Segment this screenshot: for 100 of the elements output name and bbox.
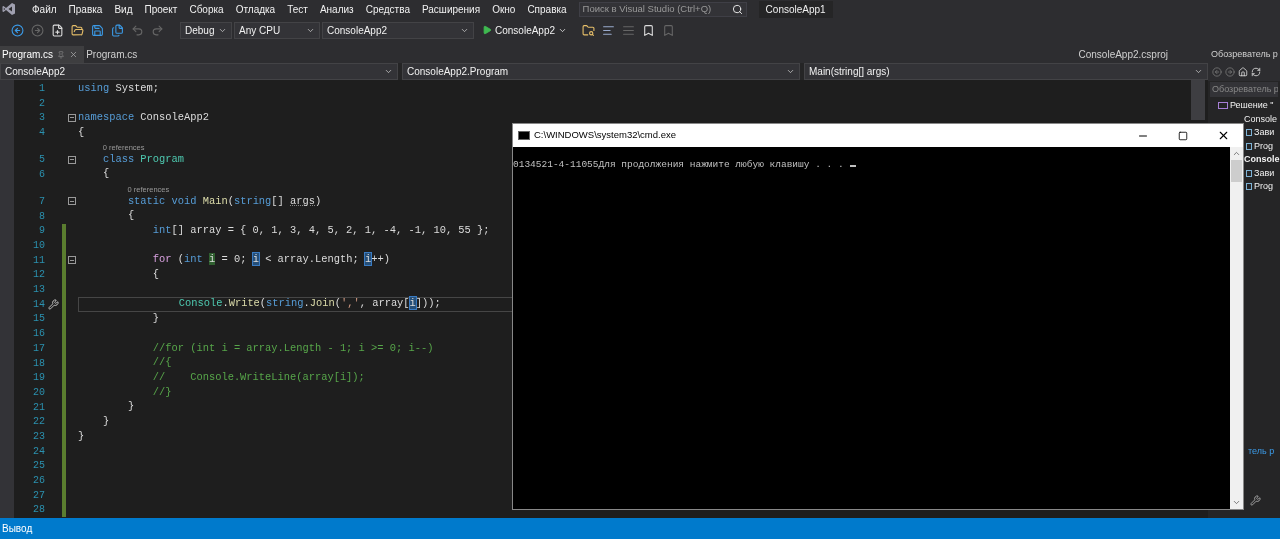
platform-dropdown[interactable]: Any CPU (234, 21, 320, 39)
scroll-up-icon[interactable] (1232, 149, 1241, 158)
project-scope-dropdown[interactable]: ConsoleApp2 (0, 63, 398, 80)
collapse-toggle[interactable] (68, 197, 76, 206)
configuration-dropdown[interactable]: Debug (180, 21, 232, 39)
line-number: 27 (32, 488, 45, 503)
line-number: 26 (32, 474, 45, 489)
search-icon (731, 3, 743, 15)
file-tab[interactable]: Program.cs (0, 46, 85, 63)
line-number: 24 (32, 444, 45, 459)
collapse-toggle[interactable] (68, 256, 76, 265)
menu-item[interactable]: Справка (521, 1, 573, 17)
line-number: 2 (38, 96, 45, 111)
tree-item[interactable]: Prog (1254, 139, 1273, 153)
line-number: 7 (38, 194, 45, 209)
cursor (849, 165, 856, 167)
code-line: static void Main(string[] args) (126, 193, 322, 209)
code-line: using System; (78, 80, 160, 96)
search-field[interactable]: Обозреватель р (1210, 82, 1278, 97)
pin-icon (57, 50, 66, 59)
line-number: 8 (38, 209, 45, 224)
code-line: //} (151, 384, 172, 400)
code-line: //{ (151, 355, 172, 371)
caret-icon (1194, 67, 1203, 76)
line-number: 17 (32, 341, 45, 356)
line-number: 3 (38, 111, 45, 126)
tree-item[interactable]: Prog (1254, 180, 1273, 194)
solution-name: ConsoleApp1 (758, 0, 833, 18)
back-icon[interactable] (8, 21, 26, 39)
menu-item[interactable]: Расширения (415, 1, 487, 17)
line-number: 14 (32, 297, 45, 312)
project-dropdown[interactable]: ConsoleApp2 (322, 21, 474, 39)
menu-item[interactable]: Файл (26, 1, 63, 17)
wrench-icon[interactable] (47, 298, 59, 310)
sync-icon[interactable] (1251, 67, 1261, 77)
tree-item[interactable]: Решение " (1230, 99, 1274, 113)
line-number: 5 (38, 153, 45, 168)
menu-item[interactable]: Анализ (313, 1, 360, 17)
menu-item[interactable]: Окно (486, 1, 522, 17)
scrollbar[interactable] (1191, 80, 1205, 120)
close-icon (69, 50, 79, 59)
line-number: 4 (38, 125, 45, 140)
maximize-icon (1178, 130, 1188, 141)
code-line: namespace ConsoleApp2 (78, 109, 209, 125)
tree-item[interactable]: Зави (1254, 126, 1275, 140)
code-line: { (126, 208, 135, 224)
line-number: 10 (32, 239, 45, 254)
menu-item[interactable]: Правка (62, 1, 109, 17)
code-line: { (101, 166, 110, 182)
logo-icon (2, 2, 16, 16)
line-number: 12 (32, 268, 45, 283)
window-title: C:\WINDOWS\system32\cmd.exe (534, 128, 676, 143)
line-number: 13 (32, 283, 45, 298)
line-number: 18 (32, 356, 45, 371)
collapse-toggle[interactable] (68, 113, 76, 122)
menu-item[interactable]: Средства (359, 1, 416, 17)
line-number: 15 (32, 312, 45, 327)
line-number: 6 (38, 167, 45, 182)
start-button[interactable]: ConsoleApp2 (480, 22, 570, 38)
home-icon[interactable] (1238, 67, 1248, 77)
line-number: 1 (38, 81, 45, 96)
file-tab[interactable]: Program.cs (84, 46, 144, 63)
scrollbar[interactable] (1230, 147, 1243, 509)
code-line: } (101, 414, 110, 429)
line-number: 20 (32, 385, 45, 400)
line-number: 11 (32, 253, 45, 268)
line-number: 23 (32, 429, 45, 444)
line-number: 19 (32, 371, 45, 386)
console-output: 0134521-4-11055Для продолжения нажмите любую клавишу . . . (513, 159, 844, 170)
collapse-toggle[interactable] (68, 155, 76, 164)
line-number: 21 (32, 400, 45, 415)
code-line: //for (int i = array.Length - 1; i >= 0; i--) (151, 340, 434, 356)
code-line: int[] array = { 0, 1, 3, 4, 5, 2, 1, -4, -1, 10, 55 }; (151, 223, 490, 239)
solution-icon (1218, 102, 1228, 110)
member-dropdown[interactable]: Main(string[] args) (804, 63, 1208, 80)
tree-item[interactable]: Console (1244, 112, 1278, 126)
scrollbar-thumb[interactable] (1231, 160, 1242, 182)
tree-item[interactable]: Зави (1254, 166, 1275, 180)
scroll-down-icon[interactable] (1232, 498, 1241, 507)
preview-tab[interactable]: ConsoleApp2.csproj (1078, 47, 1208, 62)
code-line: // Console.WriteLine(array[i]); (151, 369, 365, 385)
code-line: { (78, 124, 85, 140)
tree-item[interactable]: Console (1244, 153, 1280, 167)
menu-item[interactable]: Сборка (183, 1, 230, 17)
code-line: } (126, 399, 135, 415)
search-field[interactable]: Поиск в Visual Studio (Ctrl+Q) (578, 1, 747, 17)
type-dropdown[interactable]: ConsoleApp2.Program (402, 63, 800, 80)
wrench-icon[interactable] (1250, 495, 1261, 506)
menu-item[interactable]: Отладка (229, 1, 282, 17)
code-line: { (151, 267, 160, 283)
caret-icon (786, 67, 795, 76)
line-number: 16 (32, 327, 45, 342)
terminal-icon (518, 131, 530, 140)
line-number: 25 (32, 459, 45, 474)
code-line: } (151, 311, 160, 327)
menu-item[interactable]: Вид (108, 1, 139, 17)
status-label: Вывод (2, 522, 33, 536)
panel-tab[interactable]: тель р (1248, 444, 1280, 458)
menu-item[interactable]: Тест (281, 1, 314, 17)
menu-item[interactable]: Проект (138, 1, 184, 17)
